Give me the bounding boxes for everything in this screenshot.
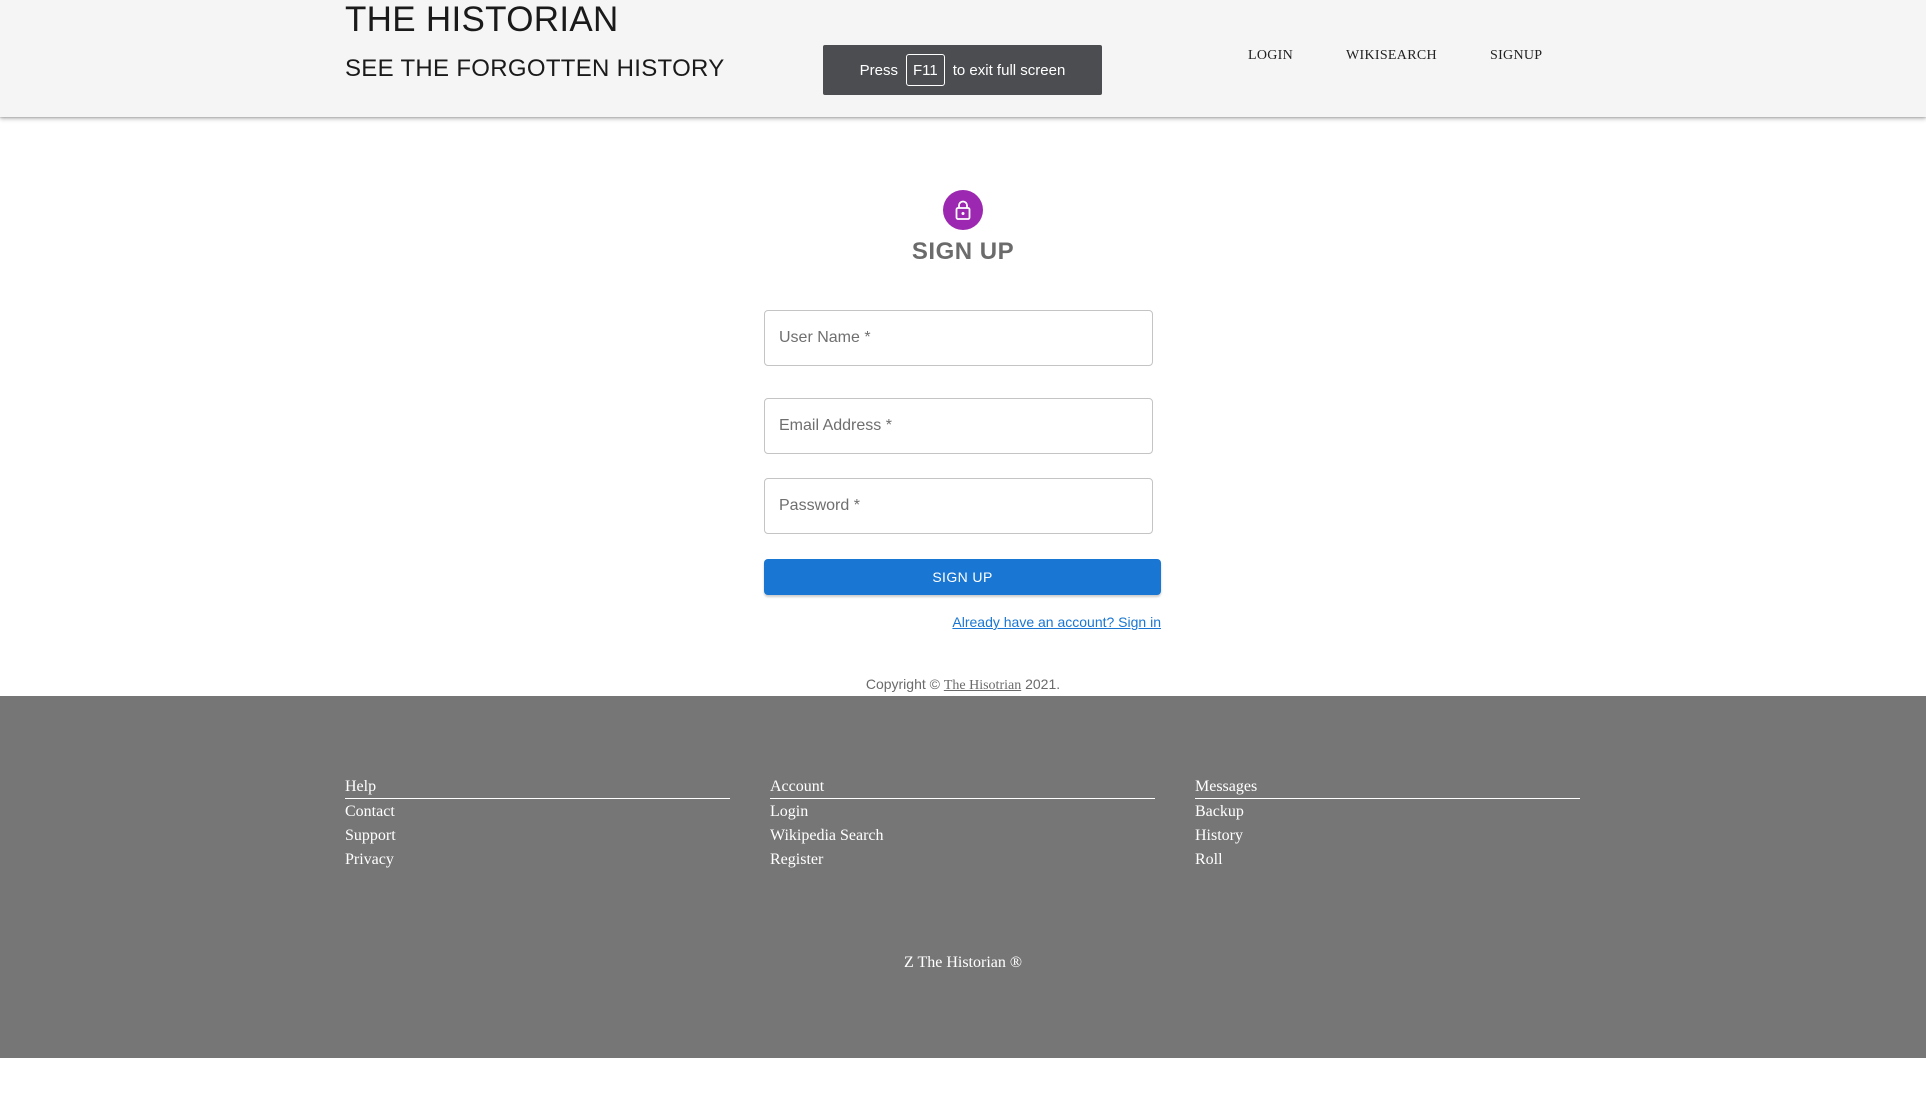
copyright: Copyright © The Hisotrian 2021. [0, 676, 1926, 694]
footer-heading-messages: Messages [1195, 777, 1580, 799]
site-title: THE HISTORIAN [345, 0, 619, 39]
fullscreen-toast: Press F11 to exit full screen [823, 45, 1102, 95]
email-input[interactable] [765, 399, 1152, 453]
footer-column-account: Account Login Wikipedia Search Register [770, 777, 1155, 872]
footer-link-support[interactable]: Support [345, 824, 730, 848]
footer-heading-account: Account [770, 777, 1155, 799]
footer-link-backup[interactable]: Backup [1195, 800, 1580, 824]
fullscreen-toast-suffix: to exit full screen [952, 61, 1066, 79]
lock-avatar [943, 190, 983, 230]
fullscreen-toast-prefix: Press [859, 61, 899, 79]
footer-brand: Z The Historian ® [903, 954, 1023, 971]
copyright-link[interactable]: The Hisotrian [944, 678, 1021, 693]
lock-icon [955, 200, 971, 220]
footer-link-wikipedia-search[interactable]: Wikipedia Search [770, 824, 1155, 848]
signin-link[interactable]: Already have an account? Sign in [764, 614, 1161, 630]
password-field-wrapper [764, 478, 1153, 534]
site-header: THE HISTORIAN SEE THE FORGOTTEN HISTORY … [0, 0, 1926, 117]
nav-wikisearch[interactable]: WIKISEARCH [1346, 48, 1437, 68]
copyright-year: 2021. [1025, 676, 1061, 692]
footer-heading-help: Help [345, 777, 730, 799]
footer-link-login[interactable]: Login [770, 800, 1155, 824]
footer-column-help: Help Contact Support Privacy [345, 777, 730, 872]
nav-signup[interactable]: SIGNUP [1490, 48, 1542, 68]
form-title: SIGN UP [911, 238, 1015, 265]
footer-link-contact[interactable]: Contact [345, 800, 730, 824]
nav-login[interactable]: LOGIN [1248, 48, 1293, 68]
footer-link-history[interactable]: History [1195, 824, 1580, 848]
footer-link-privacy[interactable]: Privacy [345, 848, 730, 872]
username-field-wrapper [764, 310, 1153, 366]
f11-key: F11 [906, 54, 945, 86]
footer-link-roll[interactable]: Roll [1195, 848, 1580, 872]
copyright-prefix: Copyright © [865, 676, 940, 692]
footer-column-messages: Messages Backup History Roll [1195, 777, 1580, 872]
footer-link-register[interactable]: Register [770, 848, 1155, 872]
password-input[interactable] [765, 479, 1152, 533]
email-field-wrapper [764, 398, 1153, 454]
site-subtitle: SEE THE FORGOTTEN HISTORY [345, 55, 725, 82]
username-input[interactable] [765, 311, 1152, 365]
signup-button[interactable]: SIGN UP [764, 559, 1161, 595]
site-footer: Help Contact Support Privacy Account Log… [0, 696, 1926, 1058]
